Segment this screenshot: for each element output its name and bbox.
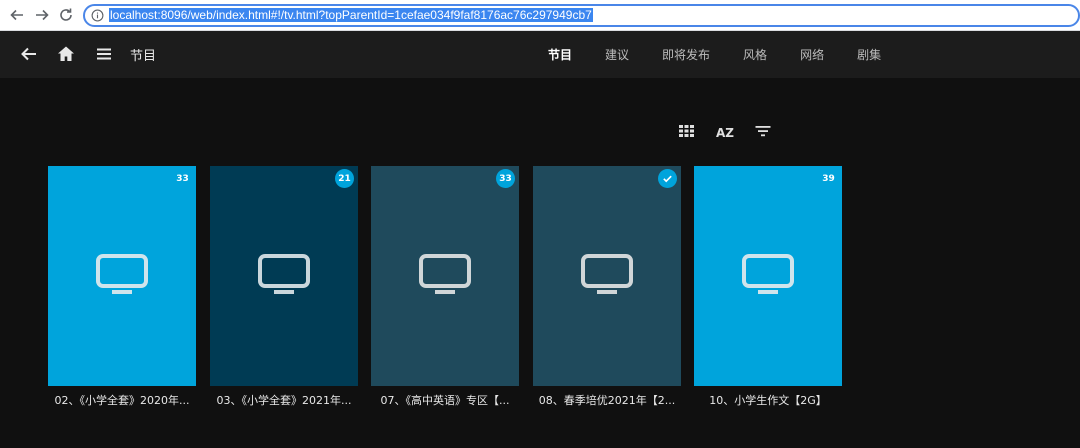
hamburger-menu-icon bbox=[97, 48, 111, 60]
tab-shows[interactable]: 节目 bbox=[548, 46, 572, 66]
menu-button[interactable] bbox=[93, 43, 115, 65]
arrow-right-icon bbox=[36, 9, 49, 21]
arrow-left-icon bbox=[10, 9, 23, 21]
tab-networks[interactable]: 网络 bbox=[800, 46, 824, 66]
filter-button[interactable] bbox=[753, 121, 773, 141]
back-button[interactable] bbox=[8, 6, 26, 24]
tv-icon bbox=[96, 254, 148, 294]
grid-view-icon bbox=[679, 125, 694, 137]
sort-az-icon: AZ bbox=[716, 126, 734, 140]
filter-icon bbox=[755, 126, 771, 137]
home-button[interactable] bbox=[55, 43, 77, 65]
played-check-badge bbox=[658, 169, 677, 188]
arrow-left-icon bbox=[21, 47, 36, 61]
card-title[interactable]: 10、小学生作文【2G】 bbox=[694, 392, 842, 408]
series-card[interactable]: 08、春季培优2021年【2... bbox=[533, 166, 681, 407]
series-card[interactable]: 21 03、《小学全套》2021年... bbox=[210, 166, 358, 407]
forward-button[interactable] bbox=[33, 6, 51, 24]
series-card[interactable]: 33 02、《小学全套》2020年... bbox=[48, 166, 196, 407]
series-card[interactable]: 39 10、小学生作文【2G】 bbox=[694, 166, 842, 407]
reload-button[interactable] bbox=[57, 6, 75, 24]
sort-button[interactable]: AZ bbox=[715, 121, 735, 141]
checkmark-icon bbox=[663, 175, 672, 183]
unplayed-count-badge: 33 bbox=[173, 169, 192, 188]
unplayed-count-badge: 33 bbox=[496, 169, 515, 188]
page-title: 节目 bbox=[130, 49, 157, 64]
series-card[interactable]: 33 07、《高中英语》专区【... bbox=[371, 166, 519, 407]
card-poster[interactable]: 39 bbox=[694, 166, 842, 386]
tab-episodes[interactable]: 剧集 bbox=[857, 46, 881, 66]
unplayed-count-badge: 21 bbox=[335, 169, 354, 188]
tv-icon bbox=[419, 254, 471, 294]
card-poster[interactable] bbox=[533, 166, 681, 386]
reload-icon bbox=[60, 8, 72, 21]
app-header: 节目 节目 建议 即将发布 风格 网络 剧集 bbox=[0, 31, 1080, 78]
card-title[interactable]: 02、《小学全套》2020年... bbox=[48, 392, 196, 408]
card-poster[interactable]: 21 bbox=[210, 166, 358, 386]
unplayed-count-badge: 39 bbox=[819, 169, 838, 188]
svg-text:AZ: AZ bbox=[716, 126, 734, 140]
browser-toolbar: localhost:8096/web/index.html#!/tv.html?… bbox=[0, 0, 1080, 31]
url-text[interactable]: localhost:8096/web/index.html#!/tv.html?… bbox=[109, 8, 593, 23]
tab-bar: 节目 建议 即将发布 风格 网络 剧集 bbox=[548, 46, 881, 66]
card-poster[interactable]: 33 bbox=[371, 166, 519, 386]
tab-suggestions[interactable]: 建议 bbox=[605, 46, 629, 66]
tv-icon bbox=[742, 254, 794, 294]
view-mode-button[interactable] bbox=[677, 121, 697, 141]
tab-upcoming[interactable]: 即将发布 bbox=[662, 46, 710, 66]
tv-icon bbox=[581, 254, 633, 294]
back-nav-button[interactable] bbox=[18, 43, 40, 65]
info-icon[interactable] bbox=[91, 9, 104, 22]
tab-genres[interactable]: 风格 bbox=[743, 46, 767, 66]
card-title[interactable]: 07、《高中英语》专区【... bbox=[371, 392, 519, 408]
card-title[interactable]: 08、春季培优2021年【2... bbox=[533, 392, 681, 408]
home-icon bbox=[58, 46, 74, 61]
address-bar[interactable]: localhost:8096/web/index.html#!/tv.html?… bbox=[83, 4, 1080, 27]
card-title[interactable]: 03、《小学全套》2021年... bbox=[210, 392, 358, 408]
tv-icon bbox=[258, 254, 310, 294]
card-poster[interactable]: 33 bbox=[48, 166, 196, 386]
